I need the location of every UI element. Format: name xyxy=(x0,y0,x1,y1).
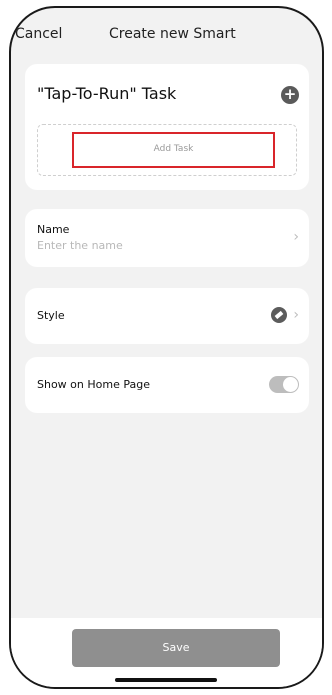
show-on-home-row: Show on Home Page xyxy=(25,357,309,413)
name-label: Name xyxy=(37,223,70,236)
cancel-button[interactable]: Cancel xyxy=(15,26,62,42)
add-task-button[interactable]: Add Task xyxy=(72,132,275,168)
chevron-right-icon: › xyxy=(293,307,299,323)
home-indicator xyxy=(115,678,217,682)
chevron-right-icon: › xyxy=(293,229,299,245)
style-label: Style xyxy=(37,309,65,322)
show-on-home-toggle[interactable] xyxy=(269,376,299,393)
page-title: Create new Smart xyxy=(109,26,236,42)
save-button[interactable]: Save xyxy=(72,629,280,667)
tap-to-run-task-card: "Tap-To-Run" Task + Add Task xyxy=(25,64,309,190)
plus-circle-icon[interactable]: + xyxy=(281,86,299,104)
add-task-area: Add Task xyxy=(37,124,297,176)
show-on-home-label: Show on Home Page xyxy=(37,378,150,391)
task-card-title: "Tap-To-Run" Task xyxy=(37,84,177,103)
name-row[interactable]: Name Enter the name › xyxy=(25,209,309,267)
name-input[interactable]: Enter the name xyxy=(37,239,123,252)
style-row[interactable]: Style › xyxy=(25,288,309,344)
bottom-bar: Save xyxy=(11,618,322,687)
phone-frame: Cancel Create new Smart "Tap-To-Run" Tas… xyxy=(9,6,324,689)
toggle-knob xyxy=(283,377,298,392)
palette-icon xyxy=(271,307,287,323)
top-bar: Cancel Create new Smart xyxy=(11,8,322,60)
